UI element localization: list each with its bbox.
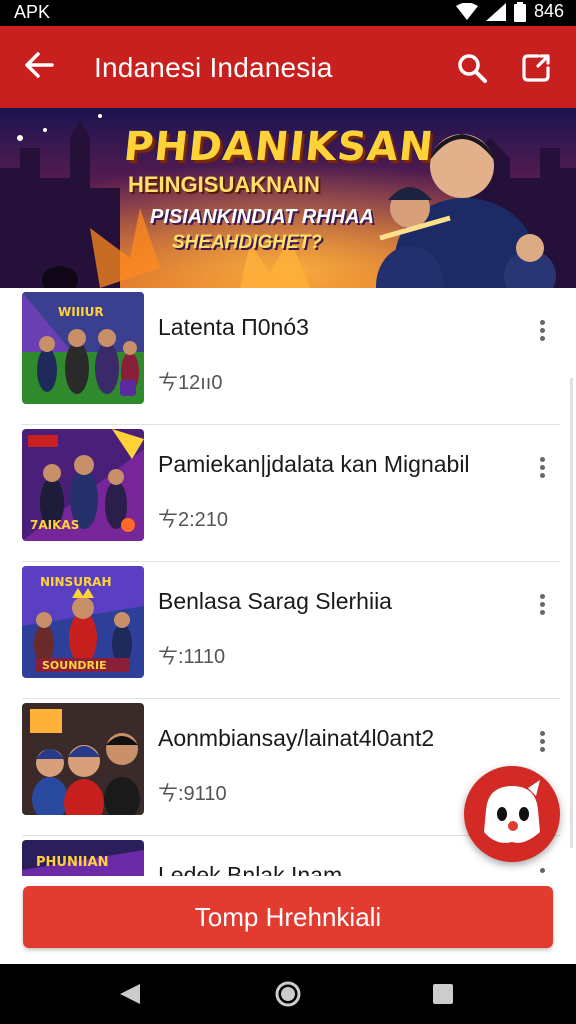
game-thumbnail: NINSURAH SOUNDRIE: [22, 566, 144, 678]
wifi-icon: [455, 2, 478, 20]
back-nav-icon[interactable]: [118, 982, 142, 1006]
carrier-label: APK: [14, 2, 51, 22]
more-options-icon[interactable]: [538, 457, 546, 479]
battery-icon: [513, 1, 526, 22]
page-title: Indanesi Indanesia: [94, 52, 333, 83]
more-options-icon[interactable]: [538, 594, 546, 616]
primary-action-button[interactable]: Tomp Hrehnkiali: [23, 886, 553, 948]
scrollbar[interactable]: [570, 378, 573, 848]
bottom-action-bar: Tomp Hrehnkiali: [0, 876, 576, 964]
banner-title: PHDANIKSAN: [121, 124, 436, 170]
list-item[interactable]: WIIIUR Latenta Π0nó3 ㄘ12ıı0: [22, 288, 560, 425]
game-title: Ledek Bnlak Inam: [158, 862, 343, 876]
back-arrow-icon[interactable]: [24, 50, 54, 80]
promo-banner[interactable]: PHDANIKSAN HEINGISUAKNAIN PISIANKINDIAT …: [0, 108, 576, 288]
game-thumbnail: [22, 703, 144, 815]
search-icon[interactable]: [456, 52, 488, 84]
game-meta: ㄘ:9110: [158, 783, 227, 805]
game-thumbnail: PHUNIIAN: [22, 840, 144, 876]
list-item[interactable]: 7AIKAS Pamiekan|jdalata kan Mignabil ㄘ2:…: [22, 425, 560, 562]
system-nav-bar: [0, 964, 576, 1024]
banner-subtitle: HEINGISUAKNAIN: [128, 172, 320, 197]
more-options-icon[interactable]: [538, 868, 546, 876]
game-title: Pamiekan|jdalata kan Mignabil: [158, 451, 470, 477]
more-options-icon[interactable]: [538, 320, 546, 342]
game-title: Aonmbiansay/lainat4l0ant2: [158, 725, 435, 751]
svg-text:PHUNIIAN: PHUNIIAN: [36, 855, 108, 870]
svg-text:WIIIUR: WIIIUR: [58, 305, 104, 319]
status-bar: APK 846: [0, 0, 576, 26]
banner-tagline: PISIANKINDIAT RHHAA: [150, 206, 375, 228]
game-meta: ㄘ12ıı0: [158, 372, 223, 394]
clock: 846: [533, 1, 564, 21]
home-nav-icon[interactable]: [274, 980, 302, 1008]
svg-text:SOUNDRIE: SOUNDRIE: [42, 659, 107, 672]
recents-nav-icon[interactable]: [432, 983, 454, 1005]
mascot-icon: [484, 780, 540, 843]
list-item[interactable]: NINSURAH SOUNDRIE Benlasa Sarag Slerhiia…: [22, 562, 560, 699]
game-meta: ㄘ2:210: [158, 509, 229, 531]
game-thumbnail: 7AIKAS: [22, 429, 144, 541]
more-options-icon[interactable]: [538, 731, 546, 753]
game-title: Latenta Π0nó3: [158, 314, 309, 340]
game-title: Benlasa Sarag Slerhiia: [158, 588, 392, 614]
mascot-fab-button[interactable]: [464, 766, 560, 862]
app-bar: Indanesi Indanesia: [0, 26, 576, 108]
game-thumbnail: WIIIUR: [22, 292, 144, 404]
svg-text:NINSURAH: NINSURAH: [40, 575, 112, 589]
share-icon[interactable]: [520, 52, 552, 84]
banner-tagline-2: SHEAHDIGHET?: [172, 232, 322, 253]
svg-text:7AIKAS: 7AIKAS: [30, 518, 79, 532]
signal-icon: [485, 2, 506, 21]
game-meta: ㄘ:1110: [158, 646, 226, 668]
